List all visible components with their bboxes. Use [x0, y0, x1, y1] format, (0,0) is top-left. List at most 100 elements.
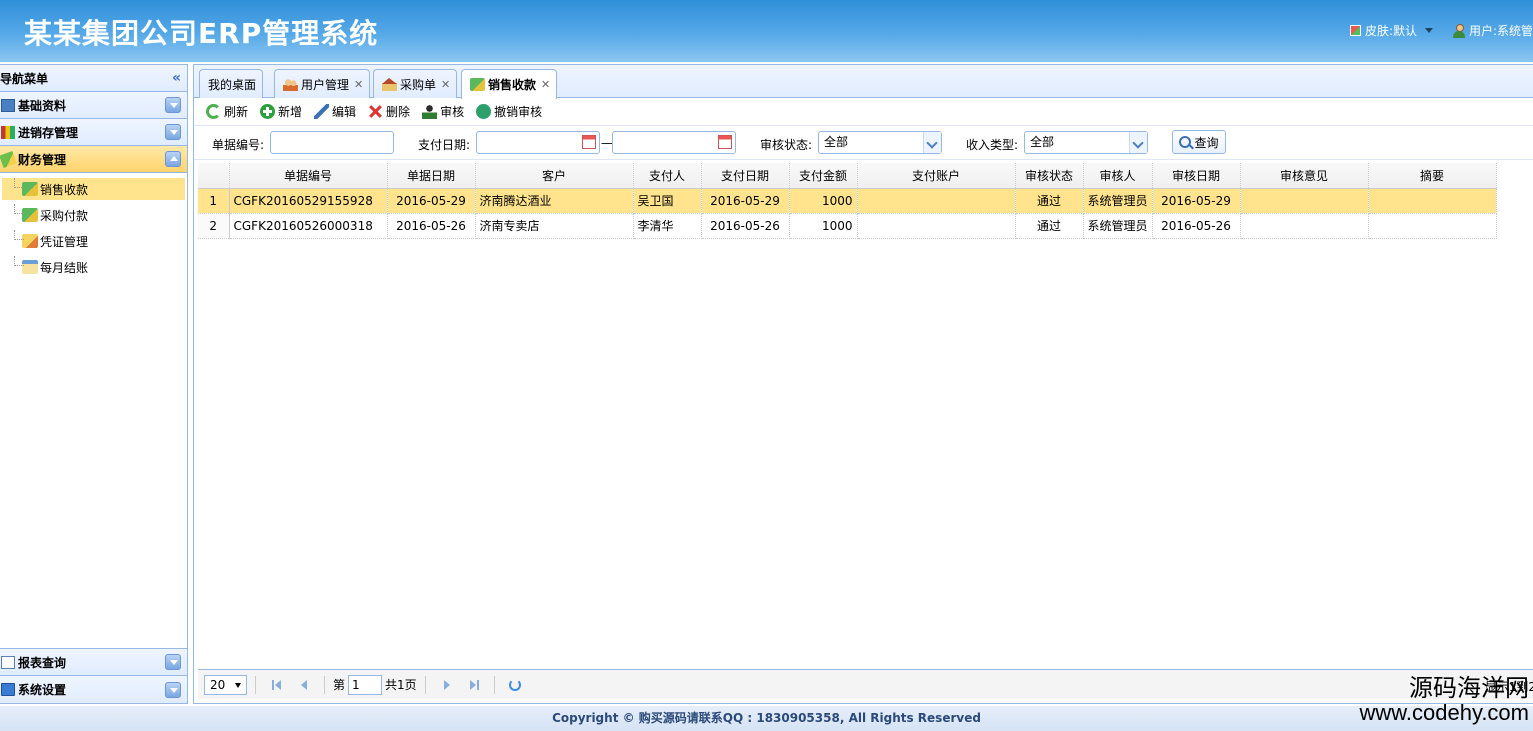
collapse-sidebar-icon[interactable]: «	[172, 70, 181, 86]
column-header[interactable]: 审核日期	[1152, 163, 1241, 189]
sidebar-item-purchase-payment[interactable]: 采购付款	[2, 204, 185, 226]
sidebar-group-label: 基础资料	[18, 98, 67, 113]
column-header[interactable]: 支付日期	[701, 163, 790, 189]
divider	[324, 675, 325, 694]
calendar-icon[interactable]	[582, 135, 596, 149]
sidebar-item-monthly-close[interactable]: 每月结账	[2, 256, 185, 278]
column-header[interactable]: 支付账户	[857, 163, 1016, 189]
tab-purchase-order[interactable]: 采购单 ✕	[373, 69, 458, 98]
column-header[interactable]: 摘要	[1368, 163, 1497, 189]
close-icon[interactable]: ✕	[541, 78, 550, 91]
page-number-input[interactable]: 1	[348, 674, 383, 695]
search-bar: 单据编号: 支付日期: — 审核状态: 全部 收入类型: 全部 查询	[194, 126, 1533, 160]
sidebar-item-label: 采购付款	[40, 208, 89, 223]
app-title: 某某集团公司ERP管理系统	[24, 17, 379, 50]
money-icon	[22, 182, 38, 196]
sidebar-group-inventory[interactable]: 进销存管理	[0, 119, 187, 146]
pay-date-cell: 2016-05-29	[701, 188, 790, 214]
first-page-icon[interactable]	[270, 678, 284, 692]
next-page-icon[interactable]	[440, 678, 454, 692]
column-header[interactable]: 单据编号	[229, 163, 388, 189]
refresh-icon	[206, 104, 221, 119]
audit-status-select[interactable]: 全部	[818, 131, 942, 154]
receipt-table: 单据编号 单据日期 客户 支付人 支付日期 支付金额 支付账户 审核状态 审核人…	[198, 163, 1497, 239]
unaudit-button[interactable]: 撤销审核	[476, 103, 542, 120]
date-from-input[interactable]	[476, 131, 600, 154]
summary-cell	[1368, 188, 1497, 214]
finance-tree: 销售收款 采购付款 凭证管理 每月结账	[0, 173, 187, 278]
inventory-icon	[1, 125, 15, 139]
page-size-select[interactable]: 20	[204, 674, 247, 695]
audit-button[interactable]: 审核	[422, 103, 464, 120]
reload-icon[interactable]	[508, 678, 521, 691]
column-header[interactable]: 审核意见	[1240, 163, 1369, 189]
sidebar-group-finance[interactable]: 财务管理	[0, 146, 187, 173]
tab-bar: 我的桌面 用户管理 ✕ 采购单 ✕ 销售收款 ✕	[194, 65, 1533, 99]
sidebar-item-sales-receipt[interactable]: 销售收款	[2, 178, 185, 200]
column-header[interactable]: 单据日期	[387, 163, 476, 189]
divider	[255, 675, 256, 694]
bill-no-cell: CGFK20160529155928	[229, 188, 388, 214]
column-header[interactable]: 支付金额	[789, 163, 858, 189]
close-icon[interactable]: ✕	[441, 78, 450, 91]
income-type-select[interactable]: 全部	[1024, 131, 1148, 154]
plus-icon	[260, 104, 276, 119]
data-grid: 单据编号 单据日期 客户 支付人 支付日期 支付金额 支付账户 审核状态 审核人…	[198, 163, 1533, 239]
sidebar-group-settings[interactable]: 系统设置	[0, 676, 187, 703]
opinion-cell	[1240, 188, 1369, 214]
bill-no-input[interactable]	[270, 131, 394, 154]
calendar-icon	[22, 260, 38, 274]
sidebar-item-label: 销售收款	[40, 182, 89, 197]
tab-label: 销售收款	[488, 78, 537, 92]
expand-icon[interactable]	[165, 124, 181, 140]
table-header-row: 单据编号 单据日期 客户 支付人 支付日期 支付金额 支付账户 审核状态 审核人…	[198, 163, 1497, 189]
expand-icon[interactable]	[165, 97, 181, 113]
expand-icon[interactable]	[165, 654, 181, 670]
prev-page-icon[interactable]	[296, 678, 310, 692]
column-header[interactable]: 审核人	[1083, 163, 1153, 189]
tab-desktop[interactable]: 我的桌面	[199, 69, 264, 98]
table-row[interactable]: 2 CGFK20160526000318 2016-05-26 济南专卖店 李清…	[198, 213, 1497, 239]
skin-label: 皮肤:默认	[1365, 24, 1418, 38]
delete-button[interactable]: 删除	[368, 103, 410, 120]
edit-button[interactable]: 编辑	[314, 103, 356, 120]
audit-status-value: 全部	[824, 135, 849, 149]
column-header[interactable]: 客户	[475, 163, 634, 189]
skin-selector[interactable]: 皮肤:默认	[1350, 22, 1434, 39]
calendar-icon[interactable]	[718, 135, 732, 149]
sidebar-group-reports[interactable]: 报表查询	[0, 649, 187, 676]
chevron-down-icon[interactable]	[923, 132, 941, 153]
income-type-label: 收入类型:	[966, 138, 1019, 152]
customer-cell: 济南专卖店	[475, 213, 634, 239]
user-info[interactable]: 用户:系统管	[1452, 22, 1533, 39]
sidebar-group-label: 进销存管理	[18, 125, 79, 140]
close-icon[interactable]: ✕	[354, 78, 363, 91]
audit-label: 审核	[440, 105, 465, 119]
expand-icon[interactable]	[165, 681, 181, 698]
table-row[interactable]: 1 CGFK20160529155928 2016-05-29 济南腾达酒业 吴…	[198, 188, 1497, 214]
sidebar-item-voucher[interactable]: 凭证管理	[2, 230, 185, 252]
column-header[interactable]: 支付人	[633, 163, 702, 189]
status-cell: 通过	[1015, 213, 1084, 239]
refresh-button[interactable]: 刷新	[206, 103, 248, 120]
sidebar-title: 导航菜单	[0, 71, 49, 86]
money-icon	[22, 208, 38, 222]
last-page-icon[interactable]	[466, 678, 480, 692]
date-to-input[interactable]	[612, 131, 736, 154]
sidebar-group-label: 财务管理	[18, 152, 67, 167]
query-label: 查询	[1194, 135, 1219, 150]
sidebar-group-basic[interactable]: 基础资料	[0, 92, 187, 119]
add-button[interactable]: 新增	[260, 103, 302, 120]
collapse-icon[interactable]	[165, 151, 181, 167]
chevron-down-icon[interactable]	[1129, 132, 1147, 153]
tab-user-management[interactable]: 用户管理 ✕	[274, 69, 371, 98]
toolbar: 刷新 新增 编辑 删除 审核 撤销审核	[194, 98, 1533, 126]
pay-date-label: 支付日期:	[418, 138, 471, 152]
tab-sales-receipt[interactable]: 销售收款 ✕	[461, 69, 558, 99]
column-header[interactable]: 审核状态	[1015, 163, 1084, 189]
tree-line	[14, 204, 24, 214]
page-size-value: 20	[210, 677, 226, 692]
watermark: 源码海洋网 www.codehy.com	[1359, 675, 1529, 724]
income-type-value: 全部	[1030, 135, 1055, 149]
query-button[interactable]: 查询	[1172, 130, 1226, 154]
